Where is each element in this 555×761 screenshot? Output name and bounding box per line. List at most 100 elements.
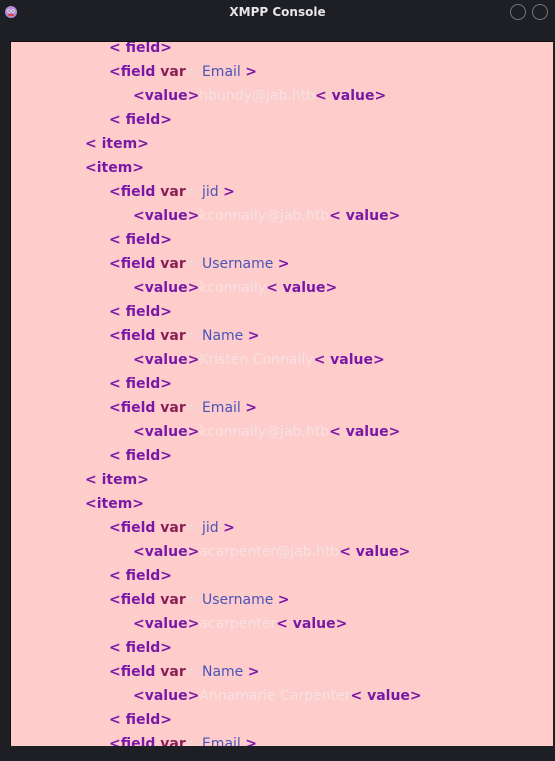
equals-sign: = xyxy=(185,592,198,608)
xml-line: < field> xyxy=(109,638,172,658)
xml-line: <field var= jid > xyxy=(109,182,235,202)
window-title: XMPP Console xyxy=(229,5,326,19)
closing-tag: < item> xyxy=(85,472,149,488)
closing-tag: < field> xyxy=(109,232,173,248)
tag-end: > xyxy=(247,328,260,344)
xml-line: < field> xyxy=(109,230,172,250)
xml-line: <field var= Email > xyxy=(109,398,257,418)
value-open-tag: <value> xyxy=(133,688,200,704)
value-open-tag: <value> xyxy=(133,88,200,104)
opening-tag: <field xyxy=(109,400,161,416)
opening-tag: <field xyxy=(109,520,161,536)
xml-line: <value>Annamarie Carpenter< value> xyxy=(133,686,422,706)
xml-line: < field> xyxy=(109,302,172,322)
attribute-name: var xyxy=(160,64,186,80)
xml-line: < item> xyxy=(85,134,149,154)
tag-end: > xyxy=(247,664,260,680)
opening-tag: <field xyxy=(109,664,161,680)
xml-line: < field> xyxy=(109,374,172,394)
tag-end: > xyxy=(277,592,290,608)
value-open-tag: <value> xyxy=(133,424,200,440)
equals-sign: = xyxy=(185,328,198,344)
opening-tag: <field xyxy=(109,592,161,608)
minimize-button[interactable] xyxy=(510,4,526,20)
value-text: acarpenter xyxy=(199,616,277,632)
closing-tag: < field> xyxy=(109,112,173,128)
xml-line: <field var= Username > xyxy=(109,590,290,610)
value-text: Kristen Connally xyxy=(199,352,314,368)
tag-end: > xyxy=(245,400,257,416)
equals-sign: = xyxy=(185,520,198,536)
closing-tag: < field> xyxy=(109,448,173,464)
tag-end: > xyxy=(245,64,257,80)
value-close-tag: < value> xyxy=(339,544,411,560)
attribute-value: Username xyxy=(197,256,278,272)
value-close-tag: < value> xyxy=(350,688,422,704)
xml-line: < field> xyxy=(109,41,173,58)
close-button[interactable] xyxy=(532,4,548,20)
xml-line: <value>hbundy@jab.htb< value> xyxy=(133,86,386,106)
attribute-value: Name xyxy=(197,664,248,680)
value-close-tag: < value> xyxy=(313,352,385,368)
xml-line: <field var= Username > xyxy=(109,254,290,274)
xml-line: <item> xyxy=(85,494,144,514)
closing-tag: < field> xyxy=(109,568,173,584)
closing-tag: < field> xyxy=(109,712,173,728)
value-text: kconnally xyxy=(199,280,267,296)
value-open-tag: <value> xyxy=(133,208,200,224)
xml-line: <field var= jid > xyxy=(109,518,235,538)
attribute-value: Username xyxy=(197,592,278,608)
bottom-bar xyxy=(0,746,555,761)
value-close-tag: < value> xyxy=(329,424,401,440)
opening-tag: <item> xyxy=(85,160,145,176)
xml-line: <field var= Name > xyxy=(109,326,259,346)
xml-line: <field var= Email > xyxy=(109,62,257,82)
value-open-tag: <value> xyxy=(133,352,200,368)
value-open-tag: <value> xyxy=(133,616,200,632)
opening-tag: <field xyxy=(109,64,161,80)
xml-line: <value>kconnally@jab.htb< value> xyxy=(133,422,400,442)
value-close-tag: < value> xyxy=(315,88,387,104)
attribute-value: Email xyxy=(197,64,246,80)
value-text: kconnally@jab.htb xyxy=(199,424,330,440)
attribute-name: var xyxy=(160,184,186,200)
tag-end: > xyxy=(277,256,290,272)
xml-line: < field> xyxy=(109,110,172,130)
equals-sign: = xyxy=(185,664,198,680)
xml-line: <value>kconnally< value> xyxy=(133,278,337,298)
value-text: kconnally@jab.htb xyxy=(199,208,330,224)
xml-line: <value>acarpenter@jab.htb< value> xyxy=(133,542,410,562)
tag-end: > xyxy=(223,184,235,200)
xml-line: < field> xyxy=(109,446,172,466)
closing-tag: < item> xyxy=(85,136,149,152)
xml-line: < item> xyxy=(85,470,149,490)
value-close-tag: < value> xyxy=(276,616,348,632)
attribute-name: var xyxy=(160,328,186,344)
attribute-name: var xyxy=(160,664,186,680)
value-open-tag: <value> xyxy=(133,544,200,560)
value-text: Annamarie Carpenter xyxy=(199,688,351,704)
attribute-name: var xyxy=(160,256,186,272)
closing-tag: < field> xyxy=(109,304,173,320)
value-text: acarpenter@jab.htb xyxy=(199,544,340,560)
value-open-tag: <value> xyxy=(133,280,200,296)
equals-sign: = xyxy=(185,400,198,416)
opening-tag: <item> xyxy=(85,496,145,512)
closing-tag: < field> xyxy=(109,640,173,656)
closing-tag: < field> xyxy=(109,41,173,56)
attribute-name: var xyxy=(160,520,186,536)
xml-line: < field> xyxy=(109,710,172,730)
value-close-tag: < value> xyxy=(266,280,338,296)
xml-console-panel[interactable]: < field> <field var= Email > <value>hbundy… xyxy=(10,41,553,747)
tag-end: > xyxy=(223,520,235,536)
attribute-value: jid xyxy=(197,520,224,536)
value-text: hbundy@jab.htb xyxy=(199,88,316,104)
opening-tag: <field xyxy=(109,256,161,272)
xml-line: <value>kconnally@jab.htb< value> xyxy=(133,206,400,226)
equals-sign: = xyxy=(185,64,198,80)
title-bar: XMPP Console xyxy=(0,0,555,28)
attribute-value: jid xyxy=(197,184,224,200)
value-close-tag: < value> xyxy=(329,208,401,224)
attribute-name: var xyxy=(160,400,186,416)
xml-line: <field var= Name > xyxy=(109,662,259,682)
